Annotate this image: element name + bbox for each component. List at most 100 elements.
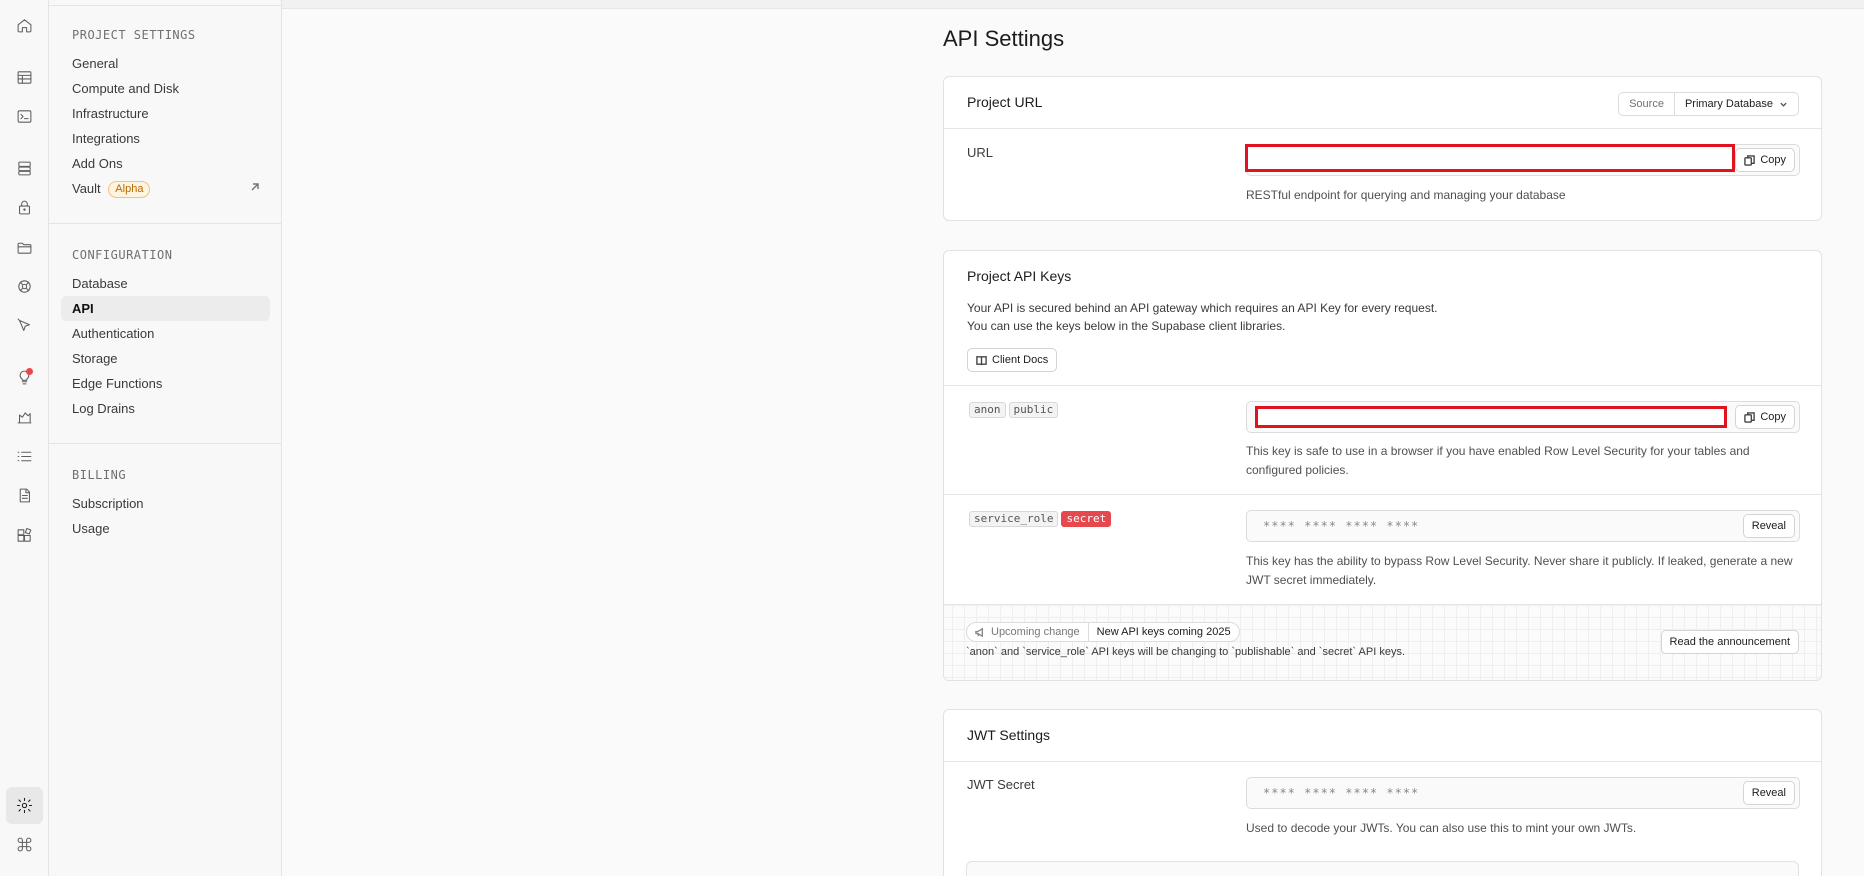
card-title: Project API Keys — [967, 268, 1072, 284]
sidebar-item-log-drains[interactable]: Log Drains — [61, 396, 270, 421]
anon-key-field[interactable]: Copy — [1246, 401, 1800, 433]
masked-service-key: **** **** **** **** — [1263, 519, 1420, 533]
card-title: Project URL — [967, 94, 1043, 110]
public-tag: public — [1008, 402, 1059, 418]
anon-key-help-text: This key is safe to use in a browser if … — [1246, 444, 1750, 477]
anon-tag: anon — [969, 402, 1006, 418]
sidebar-item-add-ons[interactable]: Add Ons — [61, 151, 270, 176]
sidebar-item-database[interactable]: Database — [61, 271, 270, 296]
sidebar-heading: CONFIGURATION — [72, 248, 173, 262]
anon-key-row: anon public Copy This key is safe to use … — [944, 386, 1821, 495]
settings-gear-icon[interactable] — [6, 787, 43, 824]
realtime-icon[interactable] — [12, 274, 37, 299]
logs-list-icon[interactable] — [12, 444, 37, 469]
copy-icon — [1744, 411, 1756, 423]
sidebar-item-authentication[interactable]: Authentication — [61, 321, 270, 346]
sidebar-top-divider — [49, 5, 281, 6]
icon-rail — [0, 0, 49, 876]
alpha-badge: Alpha — [108, 181, 151, 199]
integrations-blocks-icon[interactable] — [12, 523, 37, 548]
sidebar-section-configuration: CONFIGURATION Database API Authenticatio… — [49, 245, 281, 421]
service-role-help-text: This key has the ability to bypass Row L… — [1246, 554, 1793, 587]
service-role-key-row: service_role secret **** **** **** **** R… — [944, 495, 1821, 605]
jwt-settings-card: JWT Settings JWT Secret **** **** **** *… — [943, 709, 1822, 876]
project-url-card: Project URL Source Primary Database URL … — [943, 76, 1822, 221]
sidebar-item-compute-and-disk[interactable]: Compute and Disk — [61, 76, 270, 101]
client-docs-label: Client Docs — [992, 354, 1049, 366]
sidebar-section-billing: BILLING Subscription Usage — [49, 465, 281, 541]
reveal-jwt-secret-button[interactable]: Reveal — [1742, 781, 1795, 805]
advisors-lightbulb-icon[interactable] — [12, 365, 37, 390]
copy-icon — [1744, 154, 1756, 166]
sidebar-item-label: Compute and Disk — [72, 81, 179, 96]
source-selector[interactable]: Source Primary Database — [1618, 92, 1799, 116]
top-bar — [282, 0, 1864, 9]
page-title: API Settings — [943, 26, 1065, 51]
copy-anon-key-button[interactable]: Copy — [1735, 405, 1795, 429]
upcoming-change-pill: Upcoming change New API keys coming 2025 — [966, 622, 1240, 642]
source-dropdown[interactable]: Primary Database — [1675, 93, 1798, 115]
client-docs-button[interactable]: Client Docs — [967, 348, 1058, 372]
sidebar-item-label: Storage — [72, 351, 118, 366]
settings-sidebar: PROJECT SETTINGS General Compute and Dis… — [49, 0, 282, 876]
url-field[interactable]: Copy — [1245, 144, 1800, 176]
upcoming-change-notice: Upcoming change New API keys coming 2025… — [944, 605, 1821, 680]
storage-folder-icon[interactable] — [12, 235, 37, 260]
sidebar-heading: PROJECT SETTINGS — [72, 28, 196, 42]
book-icon — [976, 355, 987, 365]
sidebar-divider — [49, 223, 281, 224]
sidebar-divider — [49, 443, 281, 444]
api-keys-description: Your API is secured behind an API gatewa… — [967, 299, 1438, 335]
sql-editor-icon[interactable] — [12, 104, 37, 129]
redacted-url — [1245, 144, 1735, 172]
sidebar-item-vault[interactable]: Vault Alpha — [61, 176, 270, 201]
copy-label: Copy — [1760, 154, 1786, 166]
command-icon[interactable] — [12, 832, 37, 857]
sidebar-item-general[interactable]: General — [61, 51, 270, 76]
upcoming-change-text: `anon` and `service_role` API keys will … — [966, 646, 1405, 658]
sidebar-item-label: Subscription — [72, 496, 144, 511]
sidebar-item-label: Authentication — [72, 326, 155, 341]
megaphone-icon — [975, 627, 984, 637]
card-header: JWT Settings — [944, 710, 1821, 762]
auth-lock-icon[interactable] — [12, 195, 37, 220]
jwt-secret-field[interactable]: **** **** **** **** Reveal — [1246, 777, 1800, 809]
service-role-key-field[interactable]: **** **** **** **** Reveal — [1246, 510, 1800, 542]
upcoming-change-label: Upcoming change — [991, 626, 1080, 638]
home-icon[interactable] — [12, 13, 37, 38]
api-keys-intro: Project API Keys Your API is secured beh… — [944, 251, 1821, 386]
card-header: Project URL Source Primary Database — [944, 77, 1821, 129]
service-role-tags: service_role secret — [969, 510, 1114, 527]
sidebar-item-usage[interactable]: Usage — [61, 516, 270, 541]
api-docs-icon[interactable] — [12, 483, 37, 508]
reveal-service-key-button[interactable]: Reveal — [1742, 514, 1795, 538]
edge-functions-cursor-icon[interactable] — [12, 313, 37, 338]
sidebar-item-label: Database — [72, 276, 128, 291]
sidebar-item-label: General — [72, 56, 119, 71]
sidebar-item-label: Add Ons — [72, 156, 123, 171]
generate-jwt-panel — [966, 861, 1799, 876]
description-line: Your API is secured behind an API gatewa… — [967, 301, 1438, 315]
copy-url-button[interactable]: Copy — [1735, 148, 1795, 172]
sidebar-item-integrations[interactable]: Integrations — [61, 126, 270, 151]
chevron-down-icon — [1780, 102, 1787, 107]
sidebar-item-edge-functions[interactable]: Edge Functions — [61, 371, 270, 396]
sidebar-item-subscription[interactable]: Subscription — [61, 491, 270, 516]
project-api-keys-card: Project API Keys Your API is secured beh… — [943, 250, 1822, 681]
url-label: URL — [967, 145, 994, 160]
table-editor-icon[interactable] — [12, 65, 37, 90]
database-icon[interactable] — [12, 156, 37, 181]
sidebar-item-storage[interactable]: Storage — [61, 346, 270, 371]
url-help-text: RESTful endpoint for querying and managi… — [1246, 188, 1566, 202]
sidebar-item-label: Log Drains — [72, 401, 135, 416]
sidebar-section-project-settings: PROJECT SETTINGS General Compute and Dis… — [49, 25, 281, 201]
secret-tag: secret — [1061, 511, 1112, 527]
sidebar-item-api[interactable]: API — [61, 296, 270, 321]
sidebar-item-infrastructure[interactable]: Infrastructure — [61, 101, 270, 126]
reports-chart-icon[interactable] — [12, 404, 37, 429]
sidebar-item-label: API — [72, 301, 94, 316]
read-announcement-button[interactable]: Read the announcement — [1660, 630, 1799, 654]
source-value: Primary Database — [1684, 98, 1773, 110]
sidebar-item-label: Usage — [72, 521, 110, 536]
jwt-secret-label: JWT Secret — [967, 777, 1035, 792]
